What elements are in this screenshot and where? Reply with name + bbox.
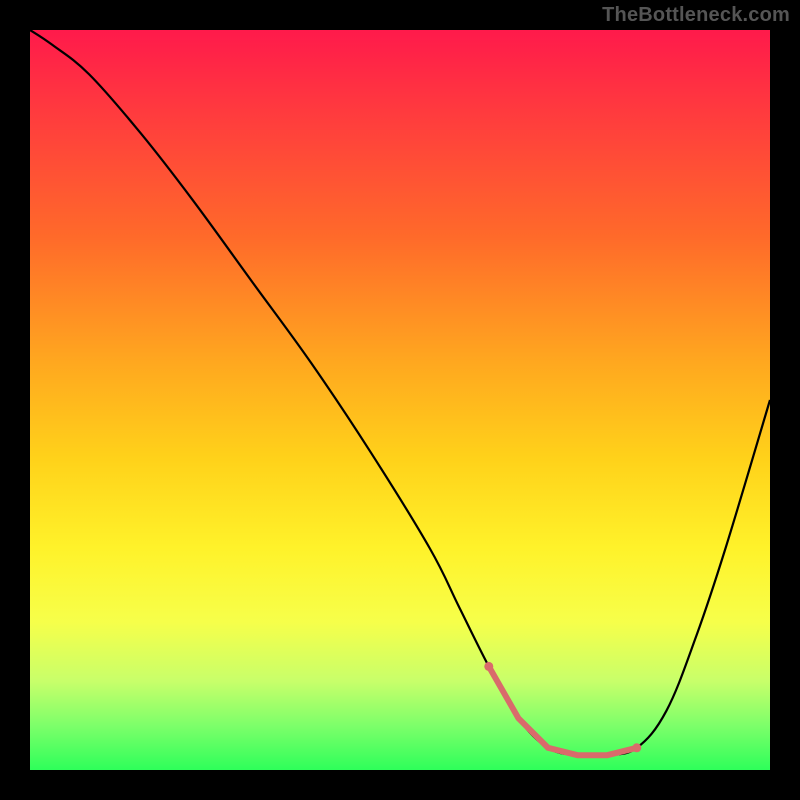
watermark-text: TheBottleneck.com bbox=[602, 4, 790, 27]
highlight-segment bbox=[489, 666, 637, 755]
curve-svg bbox=[30, 30, 770, 770]
bottleneck-curve-line bbox=[30, 30, 770, 756]
highlight-dots bbox=[484, 662, 641, 752]
chart-frame: TheBottleneck.com bbox=[0, 0, 800, 800]
plot-area bbox=[30, 30, 770, 770]
